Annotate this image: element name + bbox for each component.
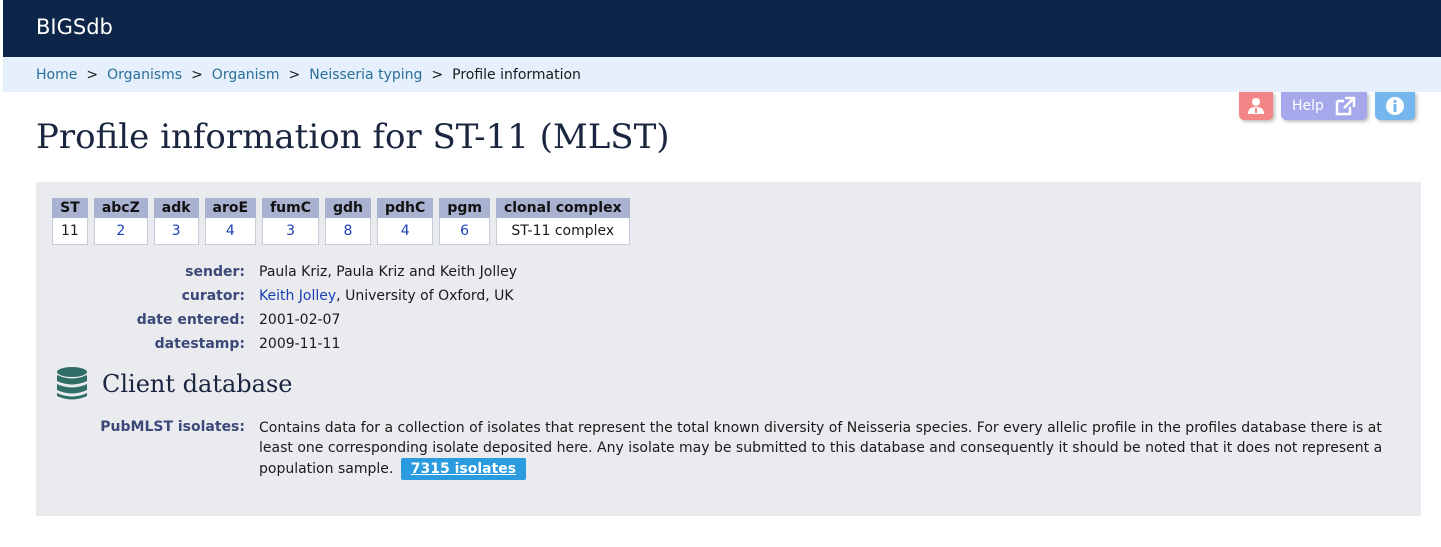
datestamp-label: datestamp:: [154, 336, 245, 352]
aroe-cell: 4: [204, 218, 257, 245]
help-label: Help: [1292, 98, 1324, 114]
pdhc-allele-link[interactable]: 4: [401, 223, 410, 239]
sender-label: sender:: [185, 264, 245, 280]
adk-allele-link[interactable]: 3: [172, 223, 181, 239]
column-header-fumc: fumC: [262, 198, 319, 218]
column-header-st: ST: [52, 198, 88, 218]
help-button[interactable]: Help: [1281, 92, 1367, 120]
curator-link[interactable]: Keith Jolley: [259, 288, 336, 304]
column-header-pdhc: pdhC: [377, 198, 434, 218]
gdh-allele-link[interactable]: 8: [344, 223, 353, 239]
date-entered-label: date entered:: [136, 312, 245, 328]
breadcrumb-organism[interactable]: Organism: [212, 67, 280, 83]
column-header-abcz: abcZ: [93, 198, 148, 218]
aroe-allele-link[interactable]: 4: [226, 223, 235, 239]
isolates-button[interactable]: 7315 isolates: [400, 458, 527, 480]
client-database-title: Client database: [102, 370, 293, 398]
curator-affiliation: , University of Oxford, UK: [336, 288, 514, 304]
profile-table-header-row: ST abcZ adk aroE fumC gdh pdhC pgm clona…: [52, 198, 630, 218]
login-button[interactable]: [1239, 92, 1273, 120]
date-entered-value: 2001-02-07: [259, 312, 341, 328]
gdh-cell: 8: [325, 218, 372, 245]
external-link-icon: [1335, 96, 1356, 116]
breadcrumb-organisms[interactable]: Organisms: [107, 67, 182, 83]
abcz-allele-link[interactable]: 2: [116, 223, 125, 239]
fumc-allele-link[interactable]: 3: [286, 223, 295, 239]
date-entered-row: date entered: 2001-02-07: [36, 308, 517, 332]
column-header-pgm: pgm: [439, 198, 490, 218]
top-button-group: Help: [1239, 92, 1415, 120]
clonal-complex-value: ST-11 complex: [495, 218, 630, 245]
datestamp-value: 2009-11-11: [259, 336, 341, 352]
client-database-row: PubMLST isolates: Contains data for a co…: [36, 418, 1389, 480]
database-icon: [57, 367, 87, 400]
sender-row: sender: Paula Kriz, Paula Kriz and Keith…: [36, 260, 517, 284]
breadcrumb-separator: >: [86, 66, 99, 83]
curator-label: curator:: [181, 288, 245, 304]
profile-table-row: 11 2 3 4 3 8 4 6 ST-11 complex: [52, 218, 630, 245]
column-header-adk: adk: [153, 198, 199, 218]
pdhc-cell: 4: [377, 218, 434, 245]
breadcrumb-home[interactable]: Home: [36, 67, 77, 83]
client-database-heading: Client database: [56, 366, 292, 402]
sender-value: Paula Kriz, Paula Kriz and Keith Jolley: [259, 264, 518, 280]
column-header-aroe: aroE: [204, 198, 257, 218]
profile-table: ST abcZ adk aroE fumC gdh pdhC pgm clona…: [46, 198, 636, 245]
site-header: BIGSdb: [3, 0, 1441, 57]
fumc-cell: 3: [262, 218, 319, 245]
client-database-description: Contains data for a collection of isolat…: [259, 418, 1389, 480]
breadcrumb-separator: >: [288, 66, 301, 83]
client-database-label: PubMLST isolates:: [100, 419, 245, 435]
datestamp-row: datestamp: 2009-11-11: [36, 332, 517, 356]
adk-cell: 3: [153, 218, 199, 245]
info-button[interactable]: [1375, 92, 1415, 120]
user-icon: [1248, 98, 1264, 114]
breadcrumb-separator: >: [191, 66, 203, 83]
pgm-cell: 6: [439, 218, 490, 245]
breadcrumb-current: Profile information: [452, 66, 581, 83]
info-icon: [1386, 97, 1404, 115]
pgm-allele-link[interactable]: 6: [460, 223, 469, 239]
breadcrumb: Home > Organisms > Organism > Neisseria …: [3, 57, 1441, 92]
profile-panel: ST abcZ adk aroE fumC gdh pdhC pgm clona…: [36, 182, 1421, 516]
st-value: 11: [52, 218, 88, 245]
column-header-clonal-complex: clonal complex: [495, 198, 630, 218]
profile-fields: sender: Paula Kriz, Paula Kriz and Keith…: [36, 260, 517, 356]
app-logo[interactable]: BIGSdb: [36, 15, 113, 39]
abcz-cell: 2: [93, 218, 148, 245]
curator-row: curator: Keith Jolley, University of Oxf…: [36, 284, 517, 308]
curator-value: Keith Jolley, University of Oxford, UK: [259, 288, 514, 304]
breadcrumb-neisseria-typing[interactable]: Neisseria typing: [309, 67, 422, 83]
breadcrumb-separator: >: [431, 66, 444, 83]
page-title: Profile information for ST-11 (MLST): [36, 117, 670, 157]
column-header-gdh: gdh: [325, 198, 372, 218]
